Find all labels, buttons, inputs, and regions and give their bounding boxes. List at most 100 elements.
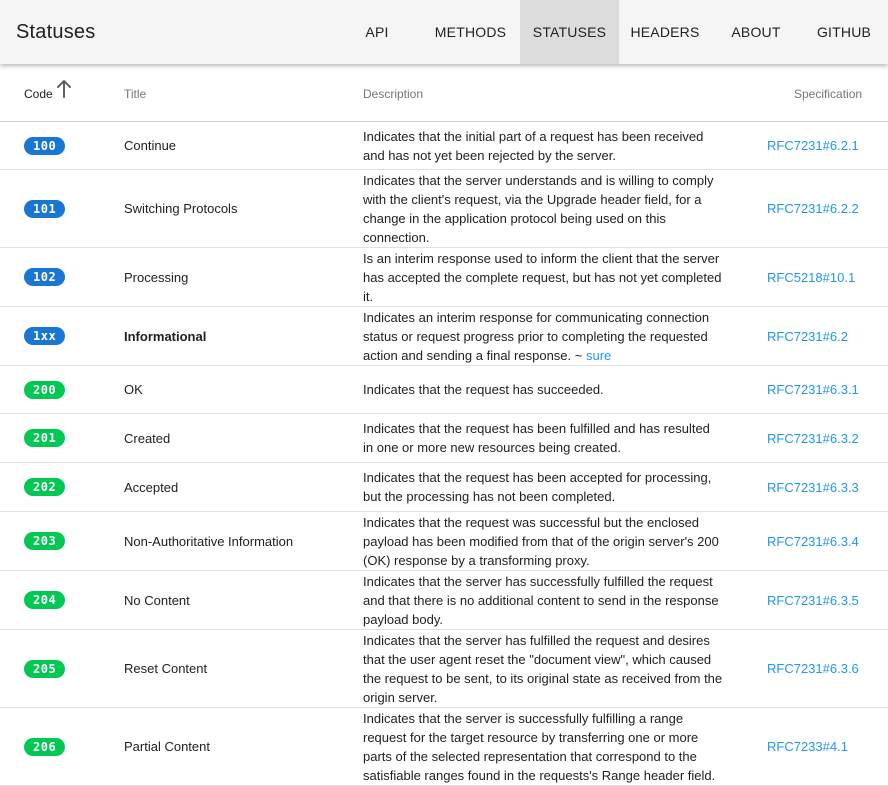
status-description: Is an interim response used to inform th… [363,250,722,304]
specification-link[interactable]: RFC7231#6.2 [767,329,848,344]
status-description: Indicates that the server understands an… [363,172,714,245]
status-table: Code Title Description Specification 100… [0,64,888,786]
status-code-badge: 100 [24,136,66,155]
spec-cell: RFC7231#6.3.4 [767,512,887,570]
tab-headers[interactable]: HEADERS [620,0,710,64]
column-header-title[interactable]: Title [124,87,146,101]
table-row: 202 Accepted Indicates that the request ha… [0,463,888,512]
code-cell: 102 [24,248,104,306]
code-cell: 205 [24,630,104,707]
status-title: Informational [124,328,207,344]
table-body: 100 Continue Indicates that the initial pa… [0,122,888,786]
status-description-cell: Indicates that the request has been acce… [363,463,723,511]
specification-link[interactable]: RFC7231#6.3.1 [767,382,859,397]
code-cell: 202 [24,463,104,511]
status-description-cell: Indicates that the request has been fulf… [363,414,723,462]
arrow-up-icon[interactable] [56,79,72,99]
spec-cell: RFC5218#10.1 [767,248,887,306]
specification-link[interactable]: RFC7233#4.1 [767,739,848,754]
code-cell: 203 [24,512,104,570]
status-description-cell: Indicates that the server is successfull… [363,708,723,785]
column-header-description[interactable]: Description [363,87,423,101]
specification-link[interactable]: RFC7231#6.3.4 [767,534,859,549]
code-cell: 201 [24,414,104,462]
column-header-code[interactable]: Code [24,87,53,101]
table-row: 206 Partial Content Indicates that the ser… [0,708,888,786]
specification-link[interactable]: RFC7231#6.3.5 [767,593,859,608]
status-code-badge: 1xx [24,327,66,345]
code-cell: 206 [24,708,104,785]
status-code-badge: 203 [24,532,66,550]
description-link[interactable]: sure [586,348,611,363]
table-header: Code Title Description Specification [0,64,888,122]
status-description: Indicates that the server has successful… [363,573,719,627]
status-description-cell: Is an interim response used to inform th… [363,248,723,306]
specification-link[interactable]: RFC7231#6.2.1 [767,138,859,153]
table-row: 200 OK Indicates that the request has succ… [0,366,888,414]
specification-link[interactable]: RFC7231#6.3.6 [767,661,859,676]
spec-cell: RFC7231#6.3.6 [767,630,887,707]
table-row: 201 Created Indicates that the request has… [0,414,888,463]
tab-about[interactable]: ABOUT [720,0,792,64]
spec-cell: RFC7231#6.2 [767,307,887,365]
status-title: Accepted [124,479,179,495]
spec-cell: RFC7231#6.3.2 [767,414,887,462]
status-description: Indicates an interim response for commun… [363,309,710,363]
status-description: Indicates that the initial part of a req… [363,128,704,163]
table-row: 203 Non-Authoritative Information Indicate… [0,512,888,571]
table-row: 204 No Content Indicates that the server h… [0,571,888,630]
status-code-badge: 101 [24,199,66,218]
code-cell: 101 [24,170,104,247]
spec-cell: RFC7231#6.3.3 [767,463,887,511]
tab-statuses[interactable]: STATUSES [520,0,619,64]
page-title: Statuses [16,21,96,43]
status-title: No Content [124,592,190,608]
code-cell: 204 [24,571,104,629]
table-row: 102 Processing Is an interim response used… [0,248,888,307]
code-cell: 1xx [24,307,104,365]
status-code-badge: 200 [24,380,66,399]
status-description-cell: Indicates that the server understands an… [363,170,723,247]
status-title: OK [124,382,143,397]
column-header-specification[interactable]: Specification [794,87,862,101]
status-description: Indicates that the request has been fulf… [363,421,710,455]
status-description-cell: Indicates an interim response for commun… [363,307,723,365]
spec-cell: RFC7231#6.3.5 [767,571,887,629]
status-code-badge: 206 [24,737,66,756]
status-description-cell: Indicates that the server has successful… [363,571,723,629]
status-title: Created [124,430,171,446]
code-cell: 200 [24,366,104,413]
table-row: 100 Continue Indicates that the initial pa… [0,122,888,170]
status-code-badge: 205 [24,659,66,678]
status-code-badge: 204 [24,591,66,609]
status-description: Indicates that the server has fulfilled … [363,632,723,705]
spec-cell: RFC7233#4.1 [767,708,887,785]
spec-cell: RFC7231#6.3.1 [767,366,887,413]
status-description: Indicates that the server is successfull… [363,710,716,783]
status-title: Partial Content [124,739,210,754]
table-row: 205 Reset Content Indicates that the serve… [0,630,888,708]
status-description-cell: Indicates that the request was successfu… [363,512,723,570]
specification-link[interactable]: RFC5218#10.1 [767,270,855,285]
status-description: Indicates that the request has succeeded… [363,382,604,397]
specification-link[interactable]: RFC7231#6.3.3 [767,480,859,495]
status-code-badge: 201 [24,429,66,447]
specification-link[interactable]: RFC7231#6.2.2 [767,201,859,216]
status-description-cell: Indicates that the server has fulfilled … [363,630,723,707]
status-title: Processing [124,269,189,285]
status-description: Indicates that the request was successfu… [363,514,719,568]
tab-github[interactable]: GITHUB [806,0,882,64]
tab-api[interactable]: API [352,0,402,64]
specification-link[interactable]: RFC7231#6.3.2 [767,431,859,446]
spec-cell: RFC7231#6.2.1 [767,122,887,169]
status-description: Indicates that the request has been acce… [363,470,712,504]
code-cell: 100 [24,122,104,169]
spec-cell: RFC7231#6.2.2 [767,170,887,247]
tab-methods[interactable]: METHODS [424,0,517,64]
status-title: Switching Protocols [124,201,238,216]
status-title: Continue [124,138,177,153]
table-row: 101 Switching Protocols Indicates that the… [0,170,888,248]
status-description-cell: Indicates that the request has succeeded… [363,366,723,413]
status-title: Reset Content [124,661,208,676]
app-bar: Statuses API METHODS STATUSES HEADERS AB… [0,0,888,64]
